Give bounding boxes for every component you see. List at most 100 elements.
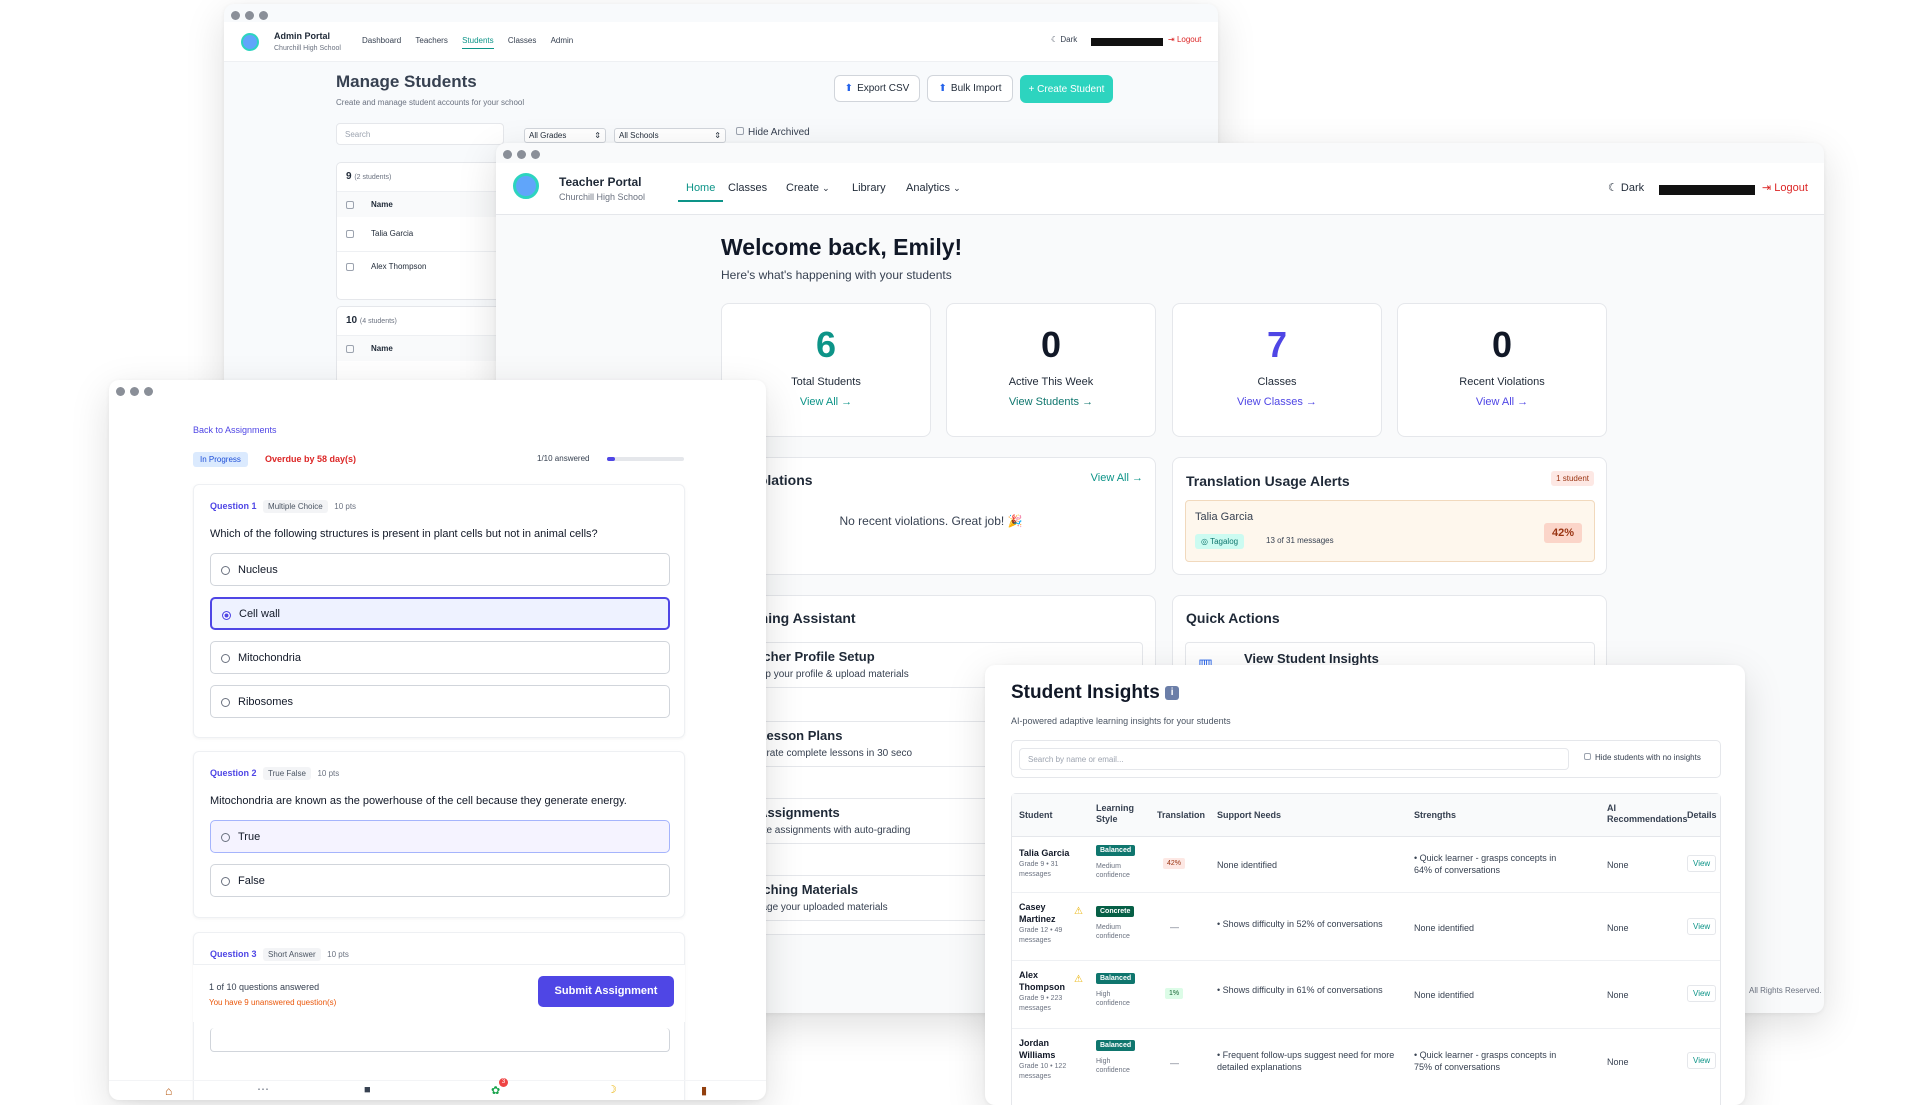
- row-checkbox[interactable]: [346, 345, 354, 353]
- insights-subtitle: AI-powered adaptive learning insights fo…: [1011, 716, 1231, 726]
- nav-analytics[interactable]: Analytics ⌄: [906, 182, 961, 194]
- translation-value: —: [1170, 922, 1179, 932]
- moon-icon[interactable]: ☽: [607, 1083, 617, 1096]
- stat-label: Recent Violations: [1459, 376, 1545, 388]
- view-button[interactable]: View: [1687, 855, 1717, 872]
- group-grade: 9: [346, 171, 352, 182]
- answered-count: 1/10 answered: [537, 454, 590, 463]
- hide-no-insights-checkbox[interactable]: Hide students with no insights: [1584, 753, 1701, 762]
- student-meta: Grade 9 • 223 messages: [1019, 995, 1063, 1012]
- learning-style-badge: Balanced: [1096, 1040, 1136, 1051]
- nav-teachers[interactable]: Teachers: [415, 36, 447, 45]
- progress-bar: [607, 457, 684, 461]
- strengths: • Quick learner - grasps concepts in 64%…: [1414, 853, 1557, 875]
- home-icon[interactable]: ⌂: [165, 1084, 172, 1098]
- radio-icon: [221, 654, 230, 663]
- logo-icon: [241, 33, 259, 51]
- bulk-label: Bulk Import: [950, 83, 1002, 94]
- export-csv-button[interactable]: ⬆ Export CSV: [834, 75, 920, 102]
- hide-label: Hide students with no insights: [1595, 753, 1701, 762]
- school-name: Churchill High School: [274, 45, 341, 52]
- option-ribosomes[interactable]: Ribosomes: [210, 685, 670, 718]
- learning-style-badge: Balanced: [1096, 845, 1136, 856]
- option-mitochondria[interactable]: Mitochondria: [210, 641, 670, 674]
- apps-icon[interactable]: ✿: [491, 1084, 500, 1097]
- chat-icon[interactable]: ⋯: [257, 1082, 269, 1096]
- view-all-link[interactable]: View All →: [1091, 472, 1143, 484]
- question-number: Question 2: [210, 768, 257, 778]
- table-row: Casey Martinez ⚠ Grade 12 • 49 messages …: [1012, 894, 1720, 961]
- option-cell-wall[interactable]: Cell wall: [210, 597, 670, 630]
- view-button[interactable]: View: [1687, 985, 1717, 1002]
- nav-admin[interactable]: Admin: [551, 36, 574, 45]
- question-header: Question 2 True False 10 pts: [210, 767, 339, 780]
- row-checkbox[interactable]: [346, 201, 354, 209]
- search-input[interactable]: Search by name or email...: [1019, 748, 1569, 770]
- book-icon[interactable]: ▮: [701, 1084, 707, 1097]
- admin-nav: Dashboard Teachers Students Classes Admi…: [362, 36, 573, 49]
- hide-archived-checkbox[interactable]: Hide Archived: [736, 127, 810, 138]
- logout-label: Logout: [1176, 35, 1202, 44]
- game-icon[interactable]: ■: [364, 1084, 371, 1096]
- translation-badge: 42%: [1163, 858, 1186, 869]
- nav-library[interactable]: Library: [852, 182, 886, 194]
- ai-recommendations: None: [1607, 1057, 1629, 1067]
- view-classes-link[interactable]: View Classes →: [1173, 396, 1381, 408]
- option-nucleus[interactable]: Nucleus: [210, 553, 670, 586]
- nav-create[interactable]: Create ⌄: [786, 182, 830, 194]
- nav-dashboard[interactable]: Dashboard: [362, 36, 401, 45]
- name-header: Name: [371, 200, 393, 209]
- student-meta: Grade 9 • 31 messages: [1019, 861, 1059, 878]
- answer-textarea[interactable]: [210, 1028, 670, 1052]
- card-title: Quick Actions: [1186, 610, 1280, 626]
- view-students-link[interactable]: View Students →: [947, 396, 1155, 408]
- moon-icon: ☾: [1608, 182, 1621, 194]
- option-true[interactable]: True: [210, 820, 670, 853]
- logout-icon: ⇥: [1168, 35, 1177, 44]
- translation-badge: 1%: [1165, 988, 1184, 999]
- grade-filter-value: All Grades: [529, 131, 567, 140]
- view-button[interactable]: View: [1687, 1052, 1717, 1069]
- col-details: Details: [1687, 810, 1717, 820]
- row-checkbox[interactable]: [346, 263, 354, 271]
- grade-filter[interactable]: All Grades ⇕: [524, 128, 606, 143]
- dark-toggle[interactable]: ☾ Dark: [1608, 181, 1644, 194]
- card-title: Translation Usage Alerts: [1186, 473, 1350, 489]
- search-input[interactable]: Search: [336, 123, 504, 145]
- chevron-down-icon: ⌄: [822, 183, 830, 193]
- info-icon[interactable]: i: [1165, 685, 1180, 700]
- filter-panel: Search by name or email... Hide students…: [1011, 740, 1721, 778]
- student-meta: Grade 12 • 49 messages: [1019, 927, 1063, 944]
- group-count: (2 students): [354, 174, 392, 181]
- view-button[interactable]: View: [1687, 918, 1717, 935]
- ai-recommendations: None: [1607, 860, 1629, 870]
- bulk-import-button[interactable]: ⬆ Bulk Import: [927, 75, 1013, 102]
- support-needs: • Shows difficulty in 52% of conversatio…: [1217, 919, 1383, 929]
- row-checkbox[interactable]: [346, 230, 354, 238]
- import-icon: ⬆: [938, 83, 947, 94]
- message-count: 13 of 31 messages: [1266, 536, 1334, 545]
- view-all-link[interactable]: View All →: [1398, 396, 1606, 408]
- create-student-button[interactable]: + Create Student: [1020, 75, 1113, 103]
- recent-violations-card: ent Violations View All → No recent viol…: [706, 457, 1156, 575]
- dark-toggle[interactable]: ☾ Dark: [1051, 35, 1077, 44]
- globe-icon: ◎: [1201, 537, 1211, 546]
- submit-assignment-button[interactable]: Submit Assignment: [538, 976, 674, 1007]
- chevron-down-icon: ⌄: [953, 183, 961, 193]
- nav-classes[interactable]: Classes: [508, 36, 536, 45]
- radio-icon: [221, 833, 230, 842]
- warning-icon: ⚠: [1074, 906, 1083, 917]
- status-badge: In Progress: [193, 452, 248, 467]
- nav-home[interactable]: Home: [678, 182, 724, 202]
- logout-button[interactable]: ⇥ Logout: [1168, 35, 1201, 44]
- insights-title: Student Insights i: [1011, 682, 1180, 704]
- logout-button[interactable]: ⇥ Logout: [1762, 181, 1808, 194]
- alert-item[interactable]: Talia Garcia ◎ Tagalog 13 of 31 messages…: [1185, 500, 1595, 562]
- question-text: Which of the following structures is pre…: [210, 528, 598, 540]
- group-grade: 10: [346, 315, 358, 326]
- nav-classes[interactable]: Classes: [728, 182, 767, 194]
- school-filter[interactable]: All Schools ⇕: [614, 128, 726, 143]
- nav-students[interactable]: Students: [462, 36, 494, 49]
- back-link[interactable]: Back to Assignments: [193, 425, 277, 435]
- option-false[interactable]: False: [210, 864, 670, 897]
